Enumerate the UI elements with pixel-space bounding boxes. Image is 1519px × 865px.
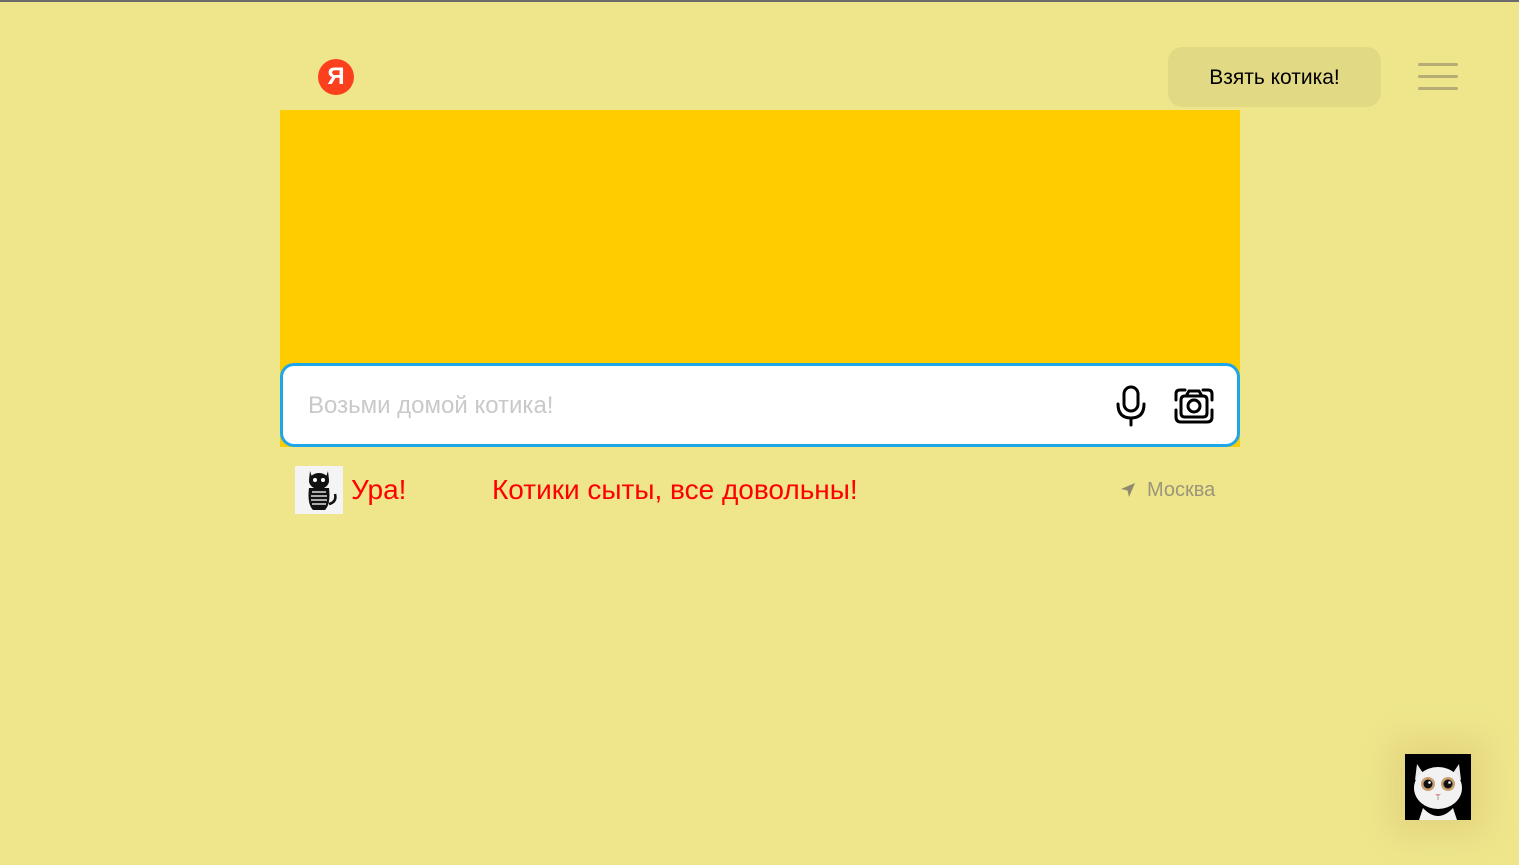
location-label: Москва	[1147, 478, 1216, 501]
black-cat-image	[295, 466, 343, 514]
search-box	[280, 363, 1240, 447]
yandex-logo[interactable]: Я	[318, 59, 354, 95]
location-link[interactable]: Москва	[1120, 478, 1215, 502]
menu-line	[1418, 63, 1458, 66]
cats-status-text: Котики сыты, все довольны!	[492, 474, 858, 505]
take-cat-button[interactable]: Взять котика!	[1168, 47, 1381, 107]
menu-line	[1418, 75, 1458, 78]
top-border	[0, 0, 1519, 2]
camera-search-icon[interactable]	[1173, 386, 1215, 426]
white-cat-image[interactable]	[1405, 754, 1471, 820]
search-input[interactable]	[306, 385, 1090, 427]
microphone-icon[interactable]	[1113, 385, 1149, 427]
hamburger-menu-icon[interactable]	[1418, 62, 1458, 92]
menu-line	[1418, 87, 1458, 90]
hooray-text: Ура!	[351, 474, 407, 505]
location-arrow-icon	[1121, 483, 1135, 497]
